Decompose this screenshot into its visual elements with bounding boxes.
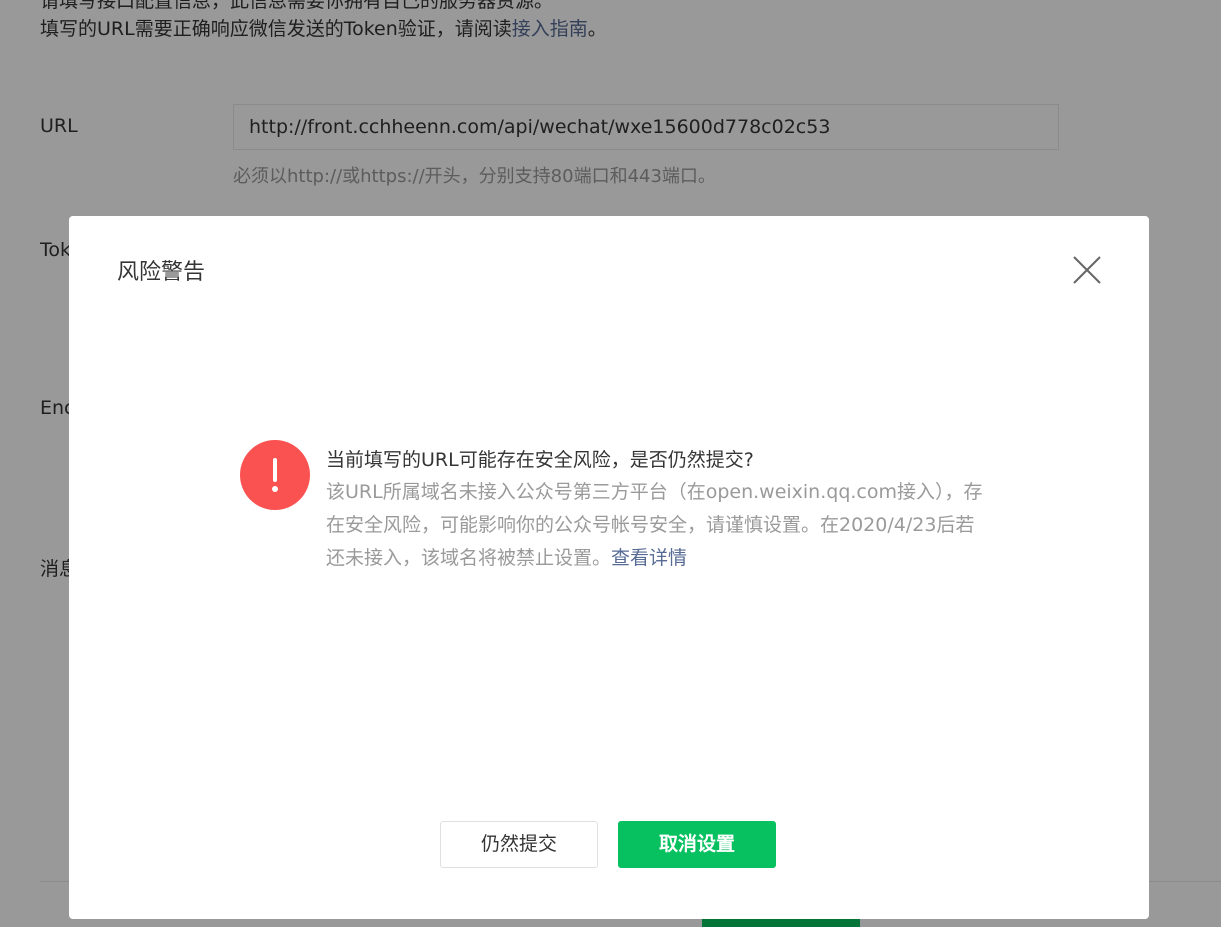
warning-message-title: 当前填写的URL可能存在安全风险，是否仍然提交? xyxy=(326,449,754,471)
close-icon[interactable] xyxy=(1069,252,1105,288)
warning-message-description: 该URL所属域名未接入公众号第三方平台（在open.weixin.qq.com接… xyxy=(326,476,986,575)
view-details-link[interactable]: 查看详情 xyxy=(611,547,687,569)
submit-anyway-button[interactable]: 仍然提交 xyxy=(440,821,598,868)
page: 请填写接口配置信息，此信息需要你拥有自己的服务器资源。 填写的URL需要正确响应… xyxy=(0,0,1221,927)
cancel-setting-button[interactable]: 取消设置 xyxy=(618,821,776,868)
dialog-title: 风险警告 xyxy=(117,260,206,285)
warning-icon xyxy=(240,440,310,510)
risk-warning-dialog: 风险警告 当前填写的URL可能存在安全风险，是否仍然提交? 该URL所属域名未接… xyxy=(69,216,1149,919)
